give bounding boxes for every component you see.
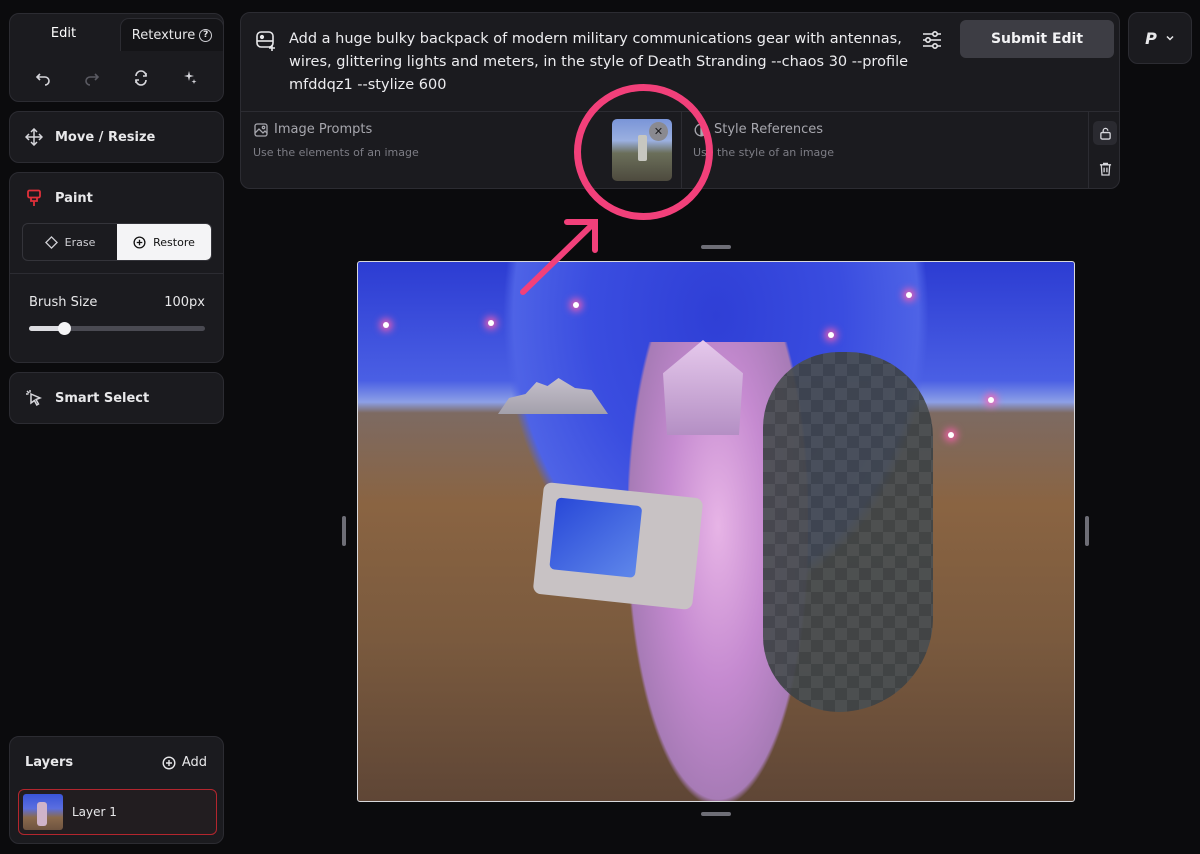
refresh-icon[interactable] xyxy=(129,66,153,90)
layer-thumbnail xyxy=(23,794,63,830)
submit-edit-button[interactable]: Submit Edit xyxy=(960,20,1114,58)
restore-button[interactable]: Restore xyxy=(117,224,211,260)
plus-circle-icon xyxy=(162,755,176,770)
profile-selector[interactable]: P xyxy=(1128,12,1192,64)
restore-label: Restore xyxy=(153,235,195,249)
distant-mesa xyxy=(498,378,608,414)
smart-select-label: Smart Select xyxy=(55,390,150,406)
layer-name: Layer 1 xyxy=(72,805,117,819)
undo-icon[interactable] xyxy=(31,66,55,90)
plus-circle-icon xyxy=(133,235,146,249)
erase-label: Erase xyxy=(64,235,96,249)
divider xyxy=(10,273,223,274)
history-toolbar xyxy=(10,60,223,96)
tab-edit-label: Edit xyxy=(50,25,77,41)
move-icon xyxy=(25,128,43,146)
annotation-arrow-icon xyxy=(520,219,598,295)
resize-handle-top[interactable] xyxy=(701,245,731,249)
paint-tool-panel: Paint Erase Restore Brush Size 100px xyxy=(9,172,224,363)
edit-canvas[interactable] xyxy=(357,261,1075,802)
image-icon xyxy=(254,122,268,137)
paint-mode-toggle: Erase Restore xyxy=(22,223,212,261)
image-prompts-title: Image Prompts xyxy=(274,122,373,137)
divider xyxy=(1088,112,1089,189)
layer-item[interactable]: Layer 1 xyxy=(18,789,217,835)
tab-edit[interactable]: Edit xyxy=(10,14,117,52)
sparkle xyxy=(828,332,834,338)
add-layer-button[interactable]: Add xyxy=(162,755,207,770)
sparkle xyxy=(573,302,579,308)
layers-panel: Layers Add Layer 1 xyxy=(9,736,224,844)
sparkle xyxy=(988,397,994,403)
move-resize-label: Move / Resize xyxy=(55,129,156,145)
paint-icon xyxy=(27,189,41,206)
style-references-section[interactable]: Style References xyxy=(694,122,823,137)
lock-icon[interactable] xyxy=(1093,121,1117,145)
sparkle xyxy=(488,320,494,326)
crt-monitor xyxy=(532,481,704,611)
resize-handle-right[interactable] xyxy=(1085,516,1089,546)
settings-sliders-icon[interactable] xyxy=(921,29,943,51)
brush-size-label: Brush Size xyxy=(29,295,98,310)
layers-title: Layers xyxy=(25,755,74,770)
tab-retexture[interactable]: Retexture ? xyxy=(120,18,224,51)
submit-edit-label: Submit Edit xyxy=(990,31,1084,47)
highlight-ring xyxy=(574,84,713,220)
sparkle xyxy=(948,432,954,438)
cursor-select-icon xyxy=(26,390,42,407)
paint-tool[interactable]: Paint xyxy=(25,189,93,207)
add-layer-label: Add xyxy=(181,755,207,770)
erase-button[interactable]: Erase xyxy=(23,224,117,260)
erased-mask-area[interactable] xyxy=(763,352,933,712)
style-references-subtitle: Use the style of an image xyxy=(693,146,835,159)
paint-label: Paint xyxy=(55,190,93,206)
profile-letter: P xyxy=(1145,28,1157,48)
sparkle xyxy=(383,322,389,328)
brush-size-value: 100px xyxy=(164,295,205,310)
help-icon[interactable]: ? xyxy=(199,28,213,42)
resize-handle-left[interactable] xyxy=(342,516,346,546)
resize-handle-bottom[interactable] xyxy=(701,812,731,816)
image-prompts-section[interactable]: Image Prompts xyxy=(254,122,372,137)
redo-icon[interactable] xyxy=(80,66,104,90)
sparkle xyxy=(906,292,912,298)
sparkle-icon[interactable] xyxy=(178,66,202,90)
image-prompts-subtitle: Use the elements of an image xyxy=(253,146,419,159)
eraser-icon xyxy=(44,235,58,249)
tab-retexture-label: Retexture xyxy=(131,27,196,43)
trash-icon[interactable] xyxy=(1093,157,1117,181)
image-edit-icon xyxy=(256,31,275,51)
style-references-title: Style References xyxy=(714,122,824,137)
brush-size-slider[interactable] xyxy=(29,322,205,335)
brush-size-slider-handle[interactable] xyxy=(58,322,72,335)
smart-select-tool[interactable]: Smart Select xyxy=(9,372,224,424)
move-resize-tool[interactable]: Move / Resize xyxy=(9,111,224,163)
chevron-down-icon xyxy=(1166,35,1174,41)
prompt-input[interactable]: Add a huge bulky backpack of modern mili… xyxy=(289,28,919,97)
edit-tabs-panel: Edit Retexture ? xyxy=(9,13,224,102)
